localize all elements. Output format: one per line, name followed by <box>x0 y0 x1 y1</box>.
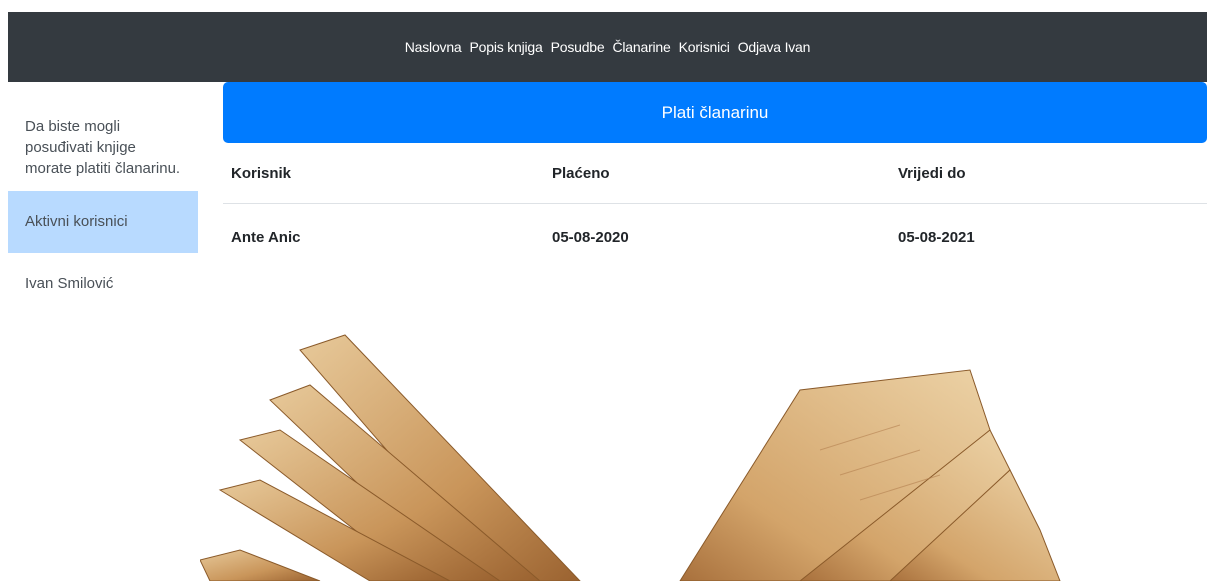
column-header-paid: Plaćeno <box>544 143 890 204</box>
main-content: Plati članarinu Korisnik Plaćeno Vrijedi… <box>223 82 1207 270</box>
open-book-image <box>200 334 1061 581</box>
table-header-row: Korisnik Plaćeno Vrijedi do <box>223 143 1207 204</box>
sidebar-item-active-users[interactable]: Aktivni korisnici <box>8 191 198 253</box>
sidebar: Da biste mogli posuđivati knjige morate … <box>8 104 198 315</box>
cell-paid-date: 05-08-2020 <box>552 228 629 246</box>
top-navbar: Naslovna Popis knjiga Posudbe Članarine … <box>8 12 1207 82</box>
cell-valid-until: 05-08-2021 <box>898 228 975 246</box>
membership-table: Korisnik Plaćeno Vrijedi do Ante Anic 05… <box>223 143 1207 270</box>
sidebar-item-user[interactable]: Ivan Smilović <box>8 253 198 315</box>
sidebar-note: Da biste mogli posuđivati knjige morate … <box>25 118 181 177</box>
nav-link-memberships[interactable]: Članarine <box>612 39 670 55</box>
nav-link-logout[interactable]: Odjava Ivan <box>738 39 811 55</box>
pay-membership-button[interactable]: Plati članarinu <box>223 82 1207 143</box>
column-header-valid-until: Vrijedi do <box>890 143 1207 204</box>
nav-link-home[interactable]: Naslovna <box>405 39 462 55</box>
table-row: Ante Anic 05-08-2020 05-08-2021 <box>223 204 1207 271</box>
nav-link-loans[interactable]: Posudbe <box>551 39 605 55</box>
nav-link-book-list[interactable]: Popis knjiga <box>470 39 543 55</box>
column-header-user: Korisnik <box>223 143 544 204</box>
cell-user: Ante Anic <box>231 228 301 246</box>
nav-link-users[interactable]: Korisnici <box>679 39 730 55</box>
